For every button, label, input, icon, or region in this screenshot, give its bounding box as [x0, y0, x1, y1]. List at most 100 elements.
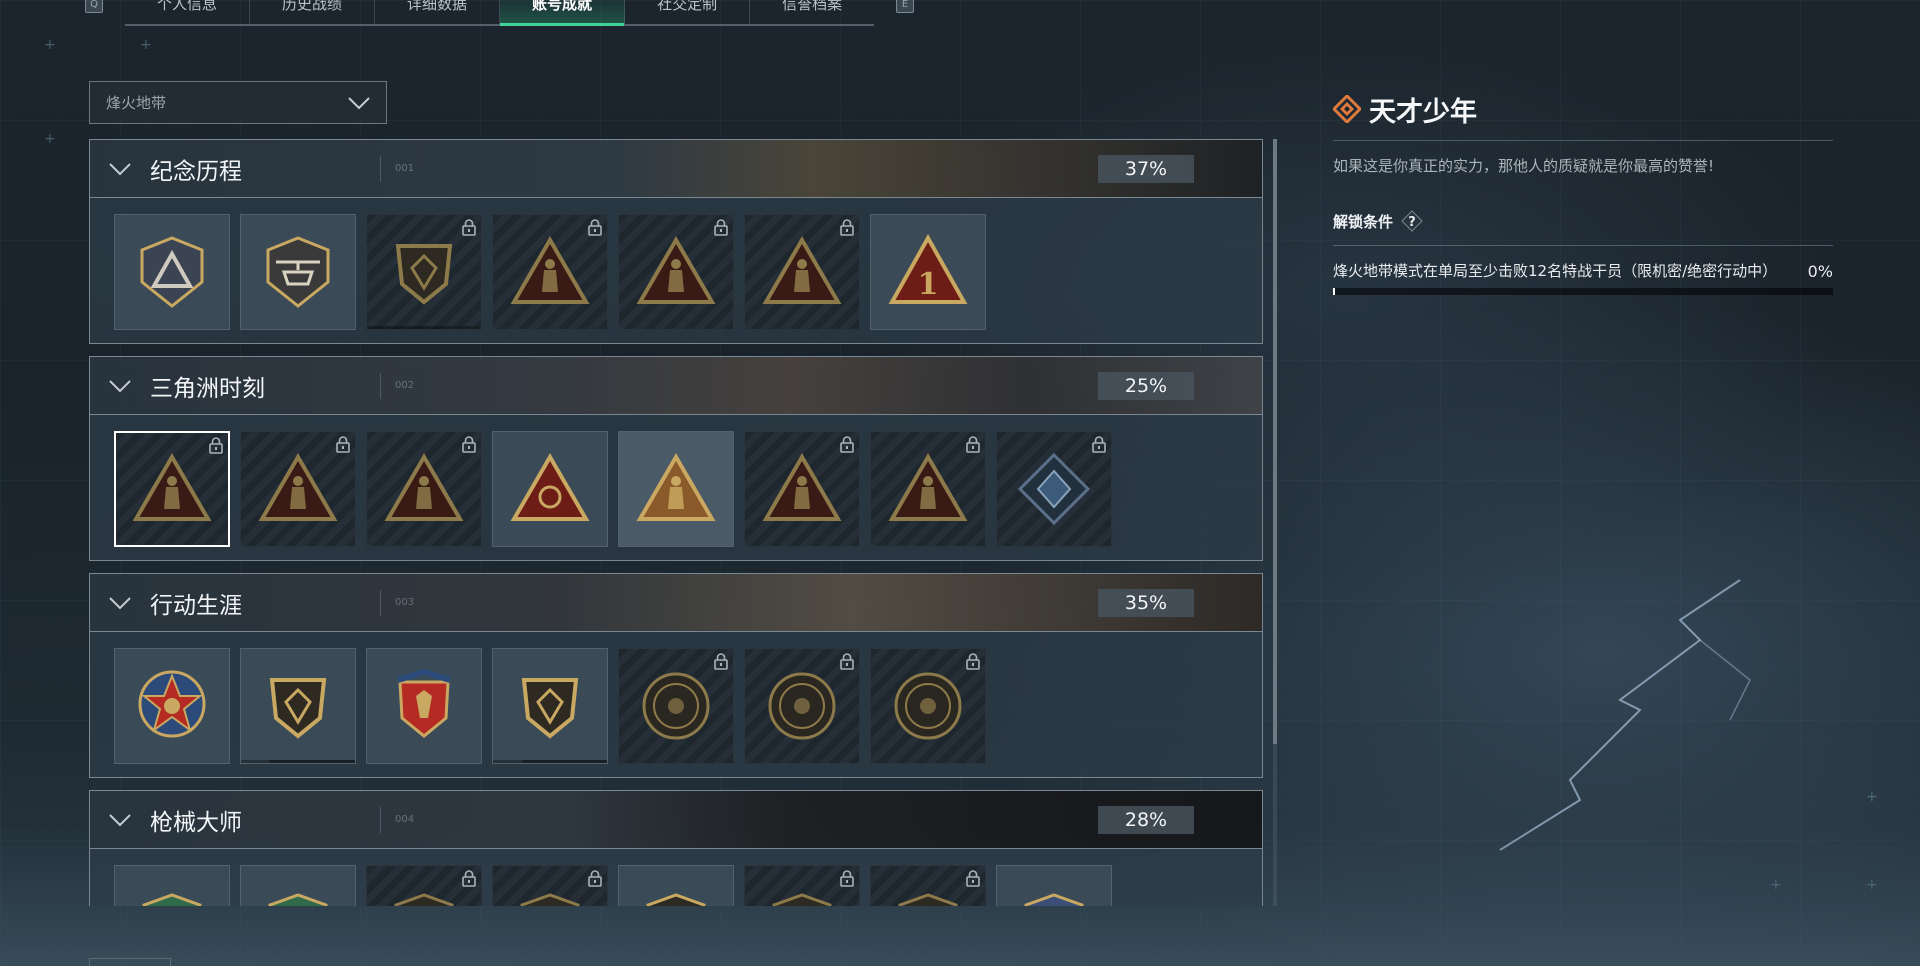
number-one-badge[interactable]: 1: [870, 214, 986, 330]
lock-icon: [1092, 436, 1106, 453]
rifle-icon: [394, 893, 454, 906]
collapse-toggle[interactable]: [90, 596, 150, 610]
star-medal-badge[interactable]: [114, 648, 230, 764]
helicopter-icon: [266, 236, 330, 308]
soldier-triangle-icon: [510, 236, 590, 304]
section-title: 三角洲时刻: [150, 375, 265, 402]
help-icon[interactable]: ?: [1401, 210, 1423, 232]
svg-text:1: 1: [918, 267, 939, 302]
section-number: 002: [380, 372, 414, 399]
team-triangle-badge[interactable]: [744, 431, 860, 547]
helmet-triangle-badge[interactable]: [744, 214, 860, 330]
achievement-section: 三角洲时刻 002 25%: [89, 356, 1263, 561]
section-percent: 35%: [1098, 589, 1194, 617]
scrollbar[interactable]: [1273, 139, 1277, 906]
lock-icon: [714, 653, 728, 670]
tab-social-custom[interactable]: 社交定制: [625, 0, 751, 24]
lock-icon: [840, 219, 854, 236]
tab-match-history[interactable]: 历史战绩: [250, 0, 376, 24]
section-title: 枪械大师: [150, 809, 242, 836]
lock-icon: [462, 870, 476, 887]
mask-triangle-badge[interactable]: [240, 431, 356, 547]
prev-tab-key[interactable]: Q: [85, 0, 103, 13]
badge-row: 1: [89, 198, 1263, 344]
diamond-crest-badge[interactable]: [996, 431, 1112, 547]
helicopter-badge[interactable]: [240, 214, 356, 330]
lock-icon: [840, 653, 854, 670]
tab-detailed-stats[interactable]: 详细数据: [375, 0, 501, 24]
divider: [1333, 245, 1833, 246]
section-number: 001: [380, 155, 414, 182]
eye-circle-badge[interactable]: [870, 648, 986, 764]
section-header[interactable]: 纪念历程 001 37%: [89, 139, 1263, 198]
figure-triangle-badge[interactable]: [618, 214, 734, 330]
eye-circle-icon: [894, 672, 962, 740]
section-number: 004: [380, 806, 414, 833]
gem-triangle-badge[interactable]: [492, 431, 608, 547]
achievement-section: 枪械大师 004 28%: [89, 790, 1263, 906]
lock-icon: [336, 436, 350, 453]
gold-rifle-badge[interactable]: [996, 865, 1112, 906]
bird-triangle-badge[interactable]: [870, 431, 986, 547]
mode-dropdown-value: 烽火地带: [106, 94, 167, 112]
mode-dropdown[interactable]: 烽火地带: [89, 81, 387, 124]
eagle-shield-badge[interactable]: [366, 648, 482, 764]
divider: [1333, 140, 1833, 141]
section-header[interactable]: 三角洲时刻 002 25%: [89, 356, 1263, 415]
green-rifle-badge[interactable]: [240, 865, 356, 906]
skull-circle-badge[interactable]: [744, 648, 860, 764]
section-percent: 28%: [1098, 806, 1194, 834]
progress-fill: [1333, 288, 1335, 295]
tab-profile[interactable]: 个人信息: [125, 0, 251, 24]
rifle-badge[interactable]: [618, 865, 734, 906]
skull-circle-icon: [768, 672, 836, 740]
scrollbar-thumb[interactable]: [1273, 139, 1277, 744]
lock-icon: [588, 219, 602, 236]
squad-triangle-badge[interactable]: [618, 431, 734, 547]
figure-triangle-icon: [636, 236, 716, 304]
tower-triangle-icon: [132, 453, 212, 521]
green-rifle-badge[interactable]: [114, 865, 230, 906]
badge-progress: [367, 326, 481, 329]
next-tab-key[interactable]: E: [896, 0, 915, 13]
triangle-shield-icon: [140, 236, 204, 308]
kneeling-triangle-icon: [384, 453, 464, 521]
squad-triangle-icon: [636, 453, 716, 521]
section-header[interactable]: 枪械大师 004 28%: [89, 790, 1263, 849]
rifle-icon: [898, 893, 958, 906]
tab-credit-record[interactable]: 信誉档案: [750, 0, 874, 24]
gem-triangle-icon: [510, 453, 590, 521]
circle-emblem-badge[interactable]: [618, 648, 734, 764]
section-percent: 25%: [1098, 372, 1194, 400]
tab-achievements[interactable]: 账号成就: [500, 0, 626, 26]
dark-shield-badge[interactable]: [366, 214, 482, 330]
collapse-toggle[interactable]: [90, 379, 150, 393]
rifle-badge[interactable]: [870, 865, 986, 906]
dark-shield-icon: [395, 244, 453, 305]
lock-icon: [966, 653, 980, 670]
requirement-percent: 0%: [1807, 262, 1833, 281]
kneeling-triangle-badge[interactable]: [366, 431, 482, 547]
achievement-list[interactable]: 纪念历程 001 37% 1 三角洲时刻 002 25% 行动生涯 003 35…: [89, 139, 1263, 906]
unlock-requirement: 烽火地带模式在单局至少击败12名特战干员（限机密/绝密行动中）: [1333, 262, 1778, 280]
eagle-shield-icon: [397, 668, 451, 738]
chevron-down-icon: [348, 96, 370, 109]
section-header[interactable]: 行动生涯 003 35%: [89, 573, 1263, 632]
collapse-toggle[interactable]: [90, 162, 150, 176]
lock-icon: [840, 436, 854, 453]
rifle-icon: [646, 893, 706, 906]
green-rifle-icon: [268, 893, 328, 906]
rifle-badge[interactable]: [744, 865, 860, 906]
collapse-toggle[interactable]: [90, 813, 150, 827]
section-title: 行动生涯: [150, 592, 242, 619]
triangle-shield-badge[interactable]: [114, 214, 230, 330]
tower-triangle-badge[interactable]: [114, 431, 230, 547]
rifle-badge[interactable]: [492, 865, 608, 906]
top-tab-bar: Q 个人信息 历史战绩 详细数据 账号成就 社交定制 信誉档案 E: [85, 0, 915, 28]
rifle-badge[interactable]: [366, 865, 482, 906]
diamond-shield-badge[interactable]: [492, 648, 608, 764]
bronze-shield-badge[interactable]: [240, 648, 356, 764]
bottom-tab[interactable]: [89, 958, 171, 966]
chevron-down-icon: [109, 813, 131, 826]
soldier-triangle-badge[interactable]: [492, 214, 608, 330]
